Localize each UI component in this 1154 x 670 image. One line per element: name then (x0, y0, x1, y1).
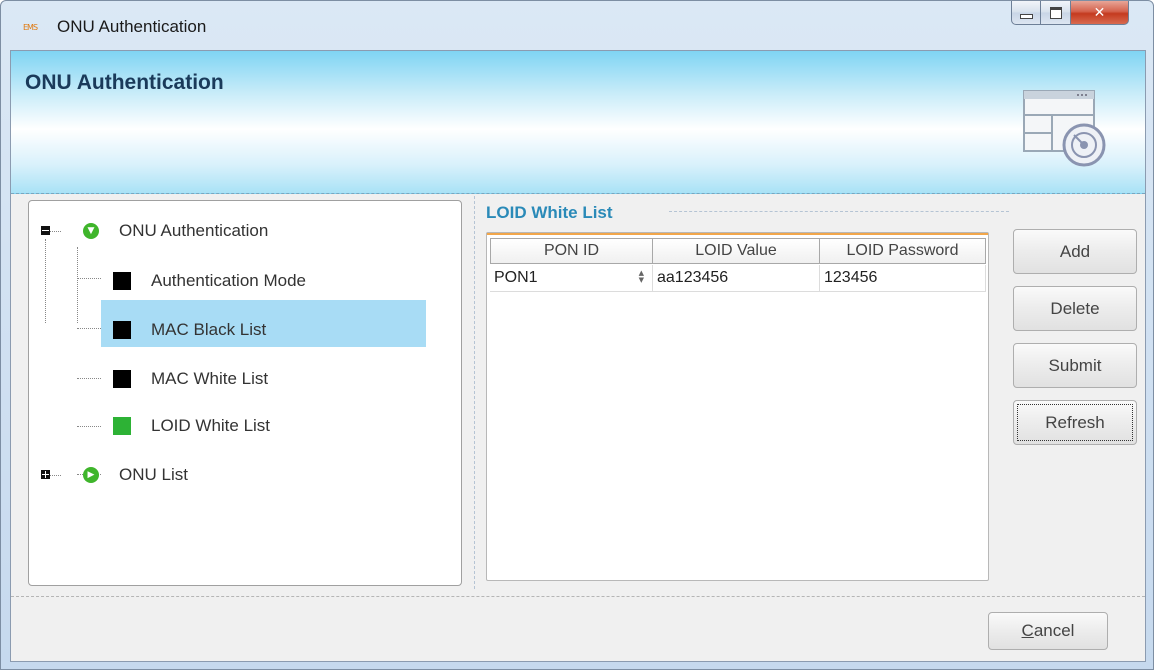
column-header-loid-value[interactable]: LOID Value (653, 238, 820, 264)
tree-item-label: LOID White List (151, 416, 271, 435)
tree-connector (77, 247, 78, 323)
banner-title: ONU Authentication (25, 71, 224, 94)
window-title: ONU Authentication (57, 17, 207, 36)
maximize-icon (1049, 6, 1062, 19)
tree-node-onu-list[interactable]: ▶ ONU List (83, 462, 188, 488)
navigation-tree[interactable] (28, 200, 462, 586)
minimize-button[interactable] (1011, 1, 1041, 25)
expanded-node-icon: ▼ (83, 223, 99, 239)
settings-window-icon (1023, 90, 1106, 167)
table-header: PON ID LOID Value LOID Password (490, 238, 986, 264)
tree-item-authentication-mode[interactable]: Authentication Mode (113, 268, 306, 294)
tree-connector (77, 426, 101, 427)
footer-divider (11, 596, 1145, 597)
dialog-client-area: ONU Authentication ▼ ONU Authentication … (10, 50, 1146, 662)
application-window: EMS ONU Authentication ✕ ONU Authenticat… (0, 0, 1154, 670)
close-icon: ✕ (1093, 4, 1106, 21)
green-square-icon (113, 417, 131, 435)
cell-pon-id[interactable]: PON1 ▲ ▼ (490, 265, 653, 291)
table-accent-line (487, 233, 988, 235)
tree-connector (45, 239, 46, 323)
tree-node-label: ONU List (119, 465, 188, 484)
cell-loid-value[interactable]: aa123456 (653, 265, 820, 291)
panel-divider (474, 196, 475, 589)
tree-connector (49, 475, 61, 476)
collapse-icon[interactable] (41, 226, 50, 235)
tree-node-label: ONU Authentication (119, 221, 269, 240)
cancel-button[interactable]: Cancel (988, 612, 1108, 650)
table-row[interactable]: PON1 ▲ ▼ aa123456 123456 (490, 265, 986, 292)
black-square-icon (113, 272, 131, 290)
black-square-icon (113, 370, 131, 388)
cell-text: PON1 (494, 269, 538, 286)
submit-button[interactable]: Submit (1013, 343, 1137, 388)
caption-buttons: ✕ (1011, 1, 1129, 27)
tree-connector (77, 328, 101, 329)
column-header-loid-password[interactable]: LOID Password (820, 238, 986, 264)
column-header-pon-id[interactable]: PON ID (490, 238, 653, 264)
section-divider (669, 211, 1009, 212)
cell-text: aa123456 (657, 269, 729, 286)
cancel-label: ancel (1033, 621, 1075, 640)
tree-connector (77, 278, 101, 279)
app-icon: EMS (23, 23, 38, 32)
spinner-icon[interactable]: ▲ ▼ (639, 270, 644, 284)
header-banner: ONU Authentication (11, 51, 1145, 194)
tree-item-label: MAC White List (151, 369, 269, 388)
minimize-icon (1019, 14, 1033, 19)
collapsed-node-icon: ▶ (83, 467, 99, 483)
tree-connector (49, 231, 61, 232)
tree-node-onu-authentication[interactable]: ▼ ONU Authentication (83, 218, 268, 244)
tree-item-mac-black-list[interactable]: MAC Black List (113, 317, 266, 343)
tree-connector (77, 378, 101, 379)
tree-item-label: Authentication Mode (151, 271, 306, 290)
cancel-mnemonic: C (1021, 621, 1034, 640)
refresh-button[interactable]: Refresh (1013, 400, 1137, 445)
black-square-icon (113, 321, 131, 339)
add-button[interactable]: Add (1013, 229, 1137, 274)
maximize-button[interactable] (1041, 1, 1071, 25)
tree-item-loid-white-list[interactable]: LOID White List (113, 413, 270, 439)
tree-item-label: MAC Black List (151, 320, 267, 339)
tree-item-mac-white-list[interactable]: MAC White List (113, 366, 268, 392)
delete-button[interactable]: Delete (1013, 286, 1137, 331)
loid-table[interactable]: PON ID LOID Value LOID Password PON1 ▲ ▼ … (486, 232, 989, 581)
section-title: LOID White List (486, 203, 613, 222)
close-button[interactable]: ✕ (1071, 1, 1129, 25)
cell-text: 123456 (824, 269, 878, 286)
cell-loid-password[interactable]: 123456 (820, 265, 986, 291)
title-bar[interactable]: EMS ONU Authentication ✕ (1, 1, 1153, 51)
expand-icon[interactable] (41, 470, 50, 479)
